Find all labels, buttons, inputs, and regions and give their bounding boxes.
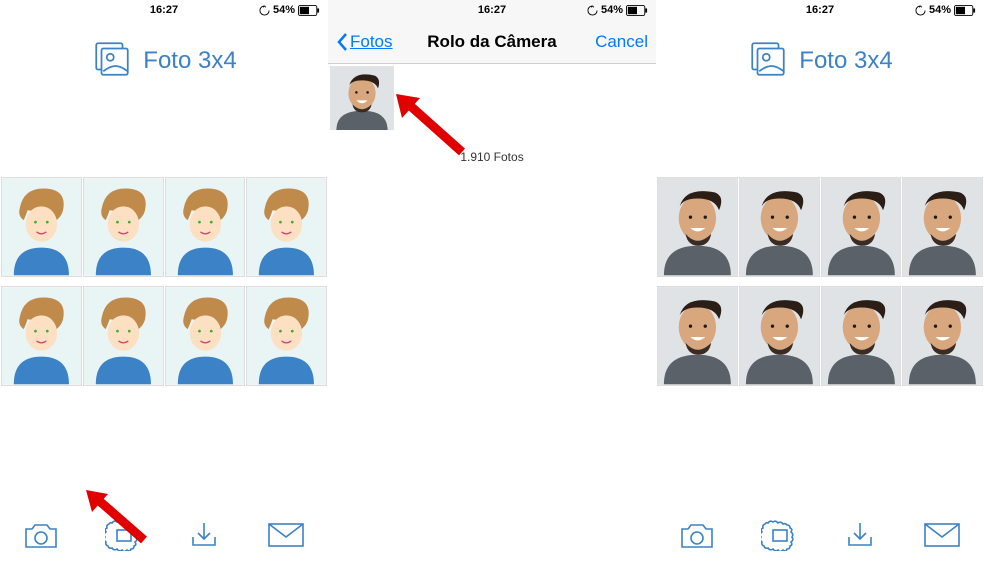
battery-icon [626, 5, 648, 16]
app-title: Foto 3x4 [143, 47, 236, 75]
photo-stack-icon [91, 38, 133, 85]
tab-gallery[interactable] [761, 519, 799, 556]
nav-bar: Fotos Rolo da Câmera Cancel [328, 20, 656, 64]
app-header: Foto 3x4 [0, 20, 328, 102]
battery-icon [298, 5, 320, 16]
grid-cell [740, 287, 819, 385]
screen-middle: 16:27 54% Fotos Rolo da Câmera Cancel 1.… [328, 0, 656, 569]
nav-title: Rolo da Câmera [427, 32, 556, 52]
nav-cancel-button[interactable]: Cancel [595, 32, 648, 52]
grid-cell [903, 287, 982, 385]
status-time: 16:27 [806, 4, 834, 16]
app-header: Foto 3x4 [656, 20, 984, 102]
battery-icon [954, 5, 976, 16]
nav-back-button[interactable]: Fotos [336, 32, 393, 52]
grid-cell [822, 287, 901, 385]
status-sync-icon [915, 5, 926, 16]
grid-cell [903, 178, 982, 276]
chevron-left-icon [336, 32, 348, 52]
nav-back-label: Fotos [350, 32, 393, 52]
tab-gallery[interactable] [105, 519, 143, 556]
picker-thumbnail[interactable] [330, 66, 394, 130]
screen-right: 16:27 54% Foto 3x4 [656, 0, 984, 569]
status-bar: 16:27 54% [656, 0, 984, 20]
photo-grid [656, 175, 984, 388]
grid-cell [166, 287, 245, 385]
tab-camera[interactable] [22, 519, 60, 556]
tabbar [656, 513, 984, 561]
tab-camera[interactable] [678, 519, 716, 556]
photo-count: 1.910 Fotos [328, 150, 656, 164]
picker-grid [328, 64, 656, 132]
status-bar: 16:27 54% [0, 0, 328, 20]
status-sync-icon [259, 5, 270, 16]
screen-left: 16:27 54% Foto 3x4 [0, 0, 328, 569]
status-bar: 16:27 54% [328, 0, 656, 20]
grid-cell [658, 178, 737, 276]
tab-share[interactable] [922, 520, 962, 555]
status-battery-pct: 54% [601, 4, 623, 16]
photo-stack-icon [747, 38, 789, 85]
grid-cell [247, 287, 326, 385]
tab-download[interactable] [843, 519, 877, 556]
status-battery-pct: 54% [929, 4, 951, 16]
grid-cell [247, 178, 326, 276]
grid-cell [84, 178, 163, 276]
grid-cell [740, 178, 819, 276]
grid-cell [658, 287, 737, 385]
grid-cell [84, 287, 163, 385]
status-battery-pct: 54% [273, 4, 295, 16]
grid-cell [2, 178, 81, 276]
status-time: 16:27 [150, 4, 178, 16]
tab-share[interactable] [266, 520, 306, 555]
grid-cell [822, 178, 901, 276]
grid-cell [2, 287, 81, 385]
tab-download[interactable] [187, 519, 221, 556]
photo-grid [0, 175, 328, 388]
app-title: Foto 3x4 [799, 47, 892, 75]
grid-cell [166, 178, 245, 276]
tabbar [0, 513, 328, 561]
status-time: 16:27 [478, 4, 506, 16]
status-sync-icon [587, 5, 598, 16]
